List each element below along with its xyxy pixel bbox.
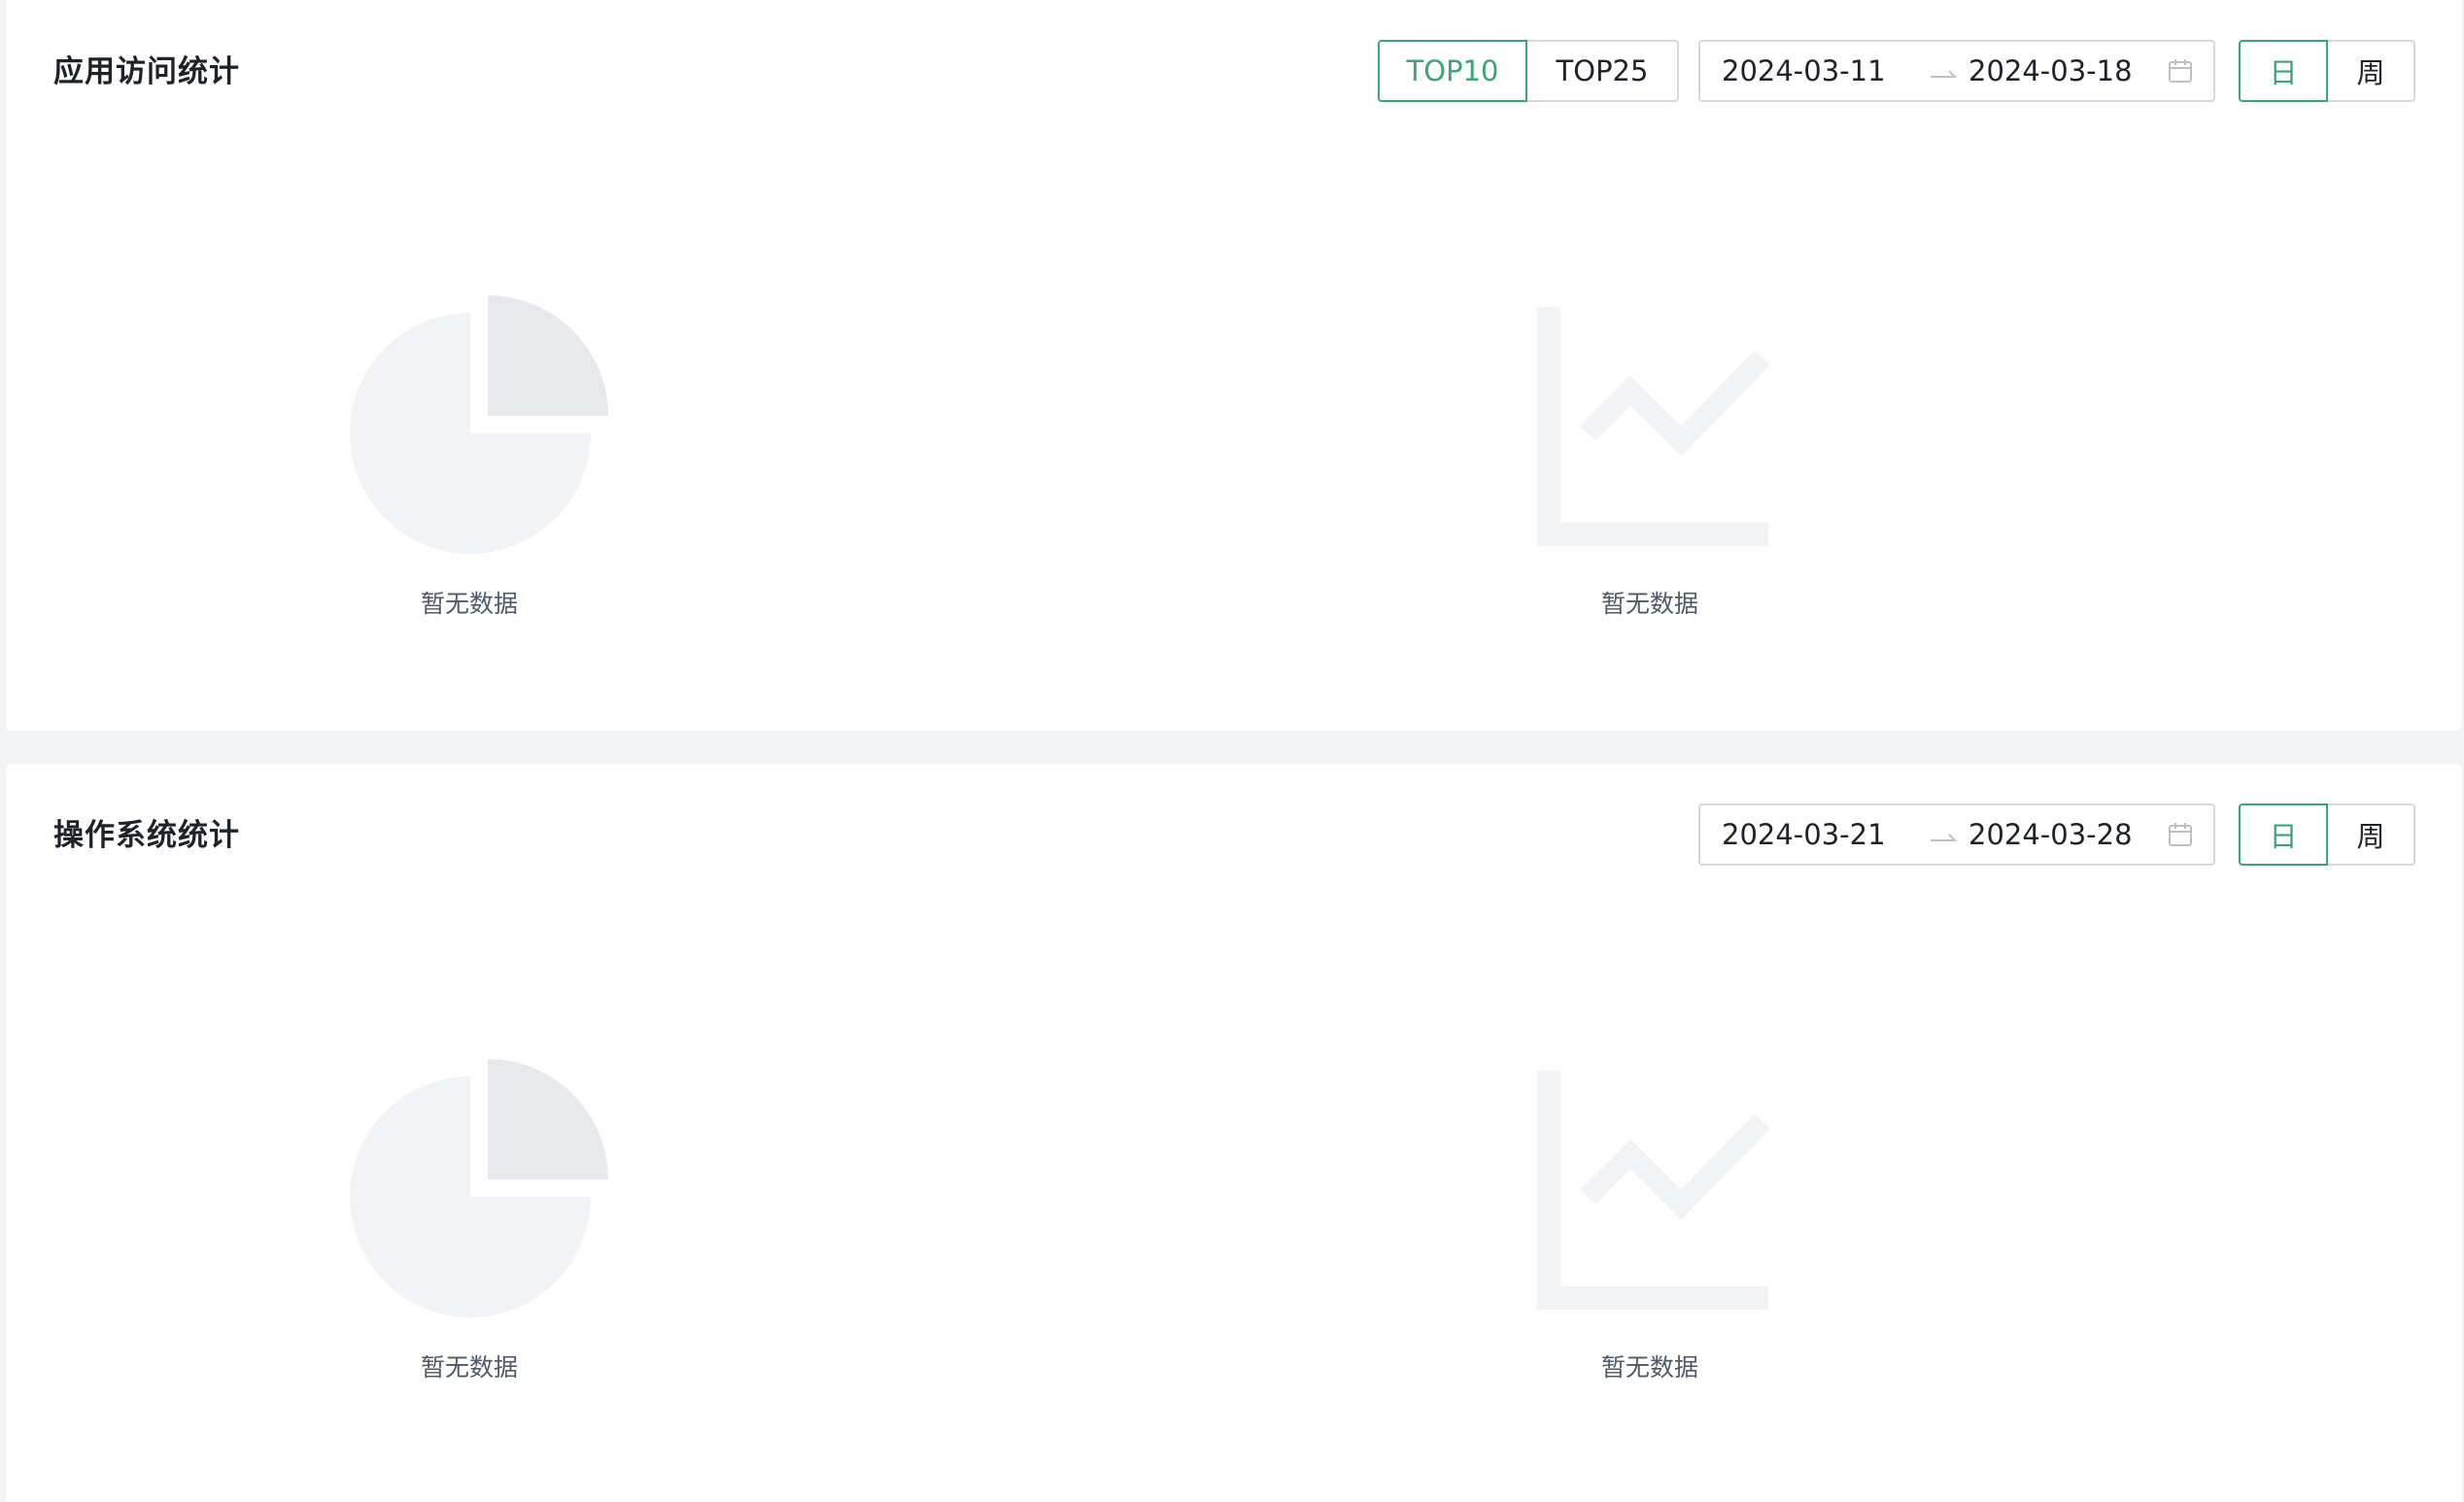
- end-date-input[interactable]: 2024-03-28: [1968, 805, 2133, 864]
- empty-line-chart-icon: [1537, 1071, 1770, 1310]
- top10-tab[interactable]: TOP10: [1378, 40, 1527, 102]
- date-range-picker[interactable]: 2024-03-21 2024-03-28: [1698, 803, 2215, 866]
- end-date-input[interactable]: 2024-03-18: [1968, 42, 2133, 100]
- arrow-right-icon: [1931, 834, 1957, 841]
- calendar-icon: [2169, 59, 2192, 83]
- empty-line-chart-icon: [1537, 307, 1770, 546]
- calendar-icon: [2169, 823, 2192, 846]
- date-range-picker[interactable]: 2024-03-11 2024-03-18: [1698, 40, 2215, 102]
- start-date-input[interactable]: 2024-03-21: [1722, 805, 1886, 864]
- line-empty-text: 暂无数据: [1601, 1353, 1699, 1382]
- pie-empty-text: 暂无数据: [421, 590, 519, 618]
- period-day-tab[interactable]: 日: [2239, 803, 2328, 866]
- period-week-tab[interactable]: 周: [2326, 40, 2415, 102]
- os-stats-panel: 操作系统统计 2024-03-21 2024-03-28 日 周 暂无数据 暂无…: [6, 764, 2462, 1502]
- panel-title: 操作系统统计: [53, 818, 240, 853]
- empty-pie-chart-icon: [350, 295, 608, 554]
- panel-title: 应用访问统计: [53, 54, 240, 89]
- period-day-tab[interactable]: 日: [2239, 40, 2328, 102]
- pie-empty-text: 暂无数据: [421, 1353, 519, 1382]
- period-week-tab[interactable]: 周: [2326, 803, 2415, 866]
- app-visit-panel: 应用访问统计 TOP10 TOP25 2024-03-11 2024-03-18…: [6, 0, 2462, 731]
- arrow-right-icon: [1931, 70, 1957, 78]
- line-empty-text: 暂无数据: [1601, 590, 1699, 618]
- start-date-input[interactable]: 2024-03-11: [1722, 42, 1886, 100]
- empty-pie-chart-icon: [350, 1059, 608, 1317]
- top25-tab[interactable]: TOP25: [1525, 40, 1679, 102]
